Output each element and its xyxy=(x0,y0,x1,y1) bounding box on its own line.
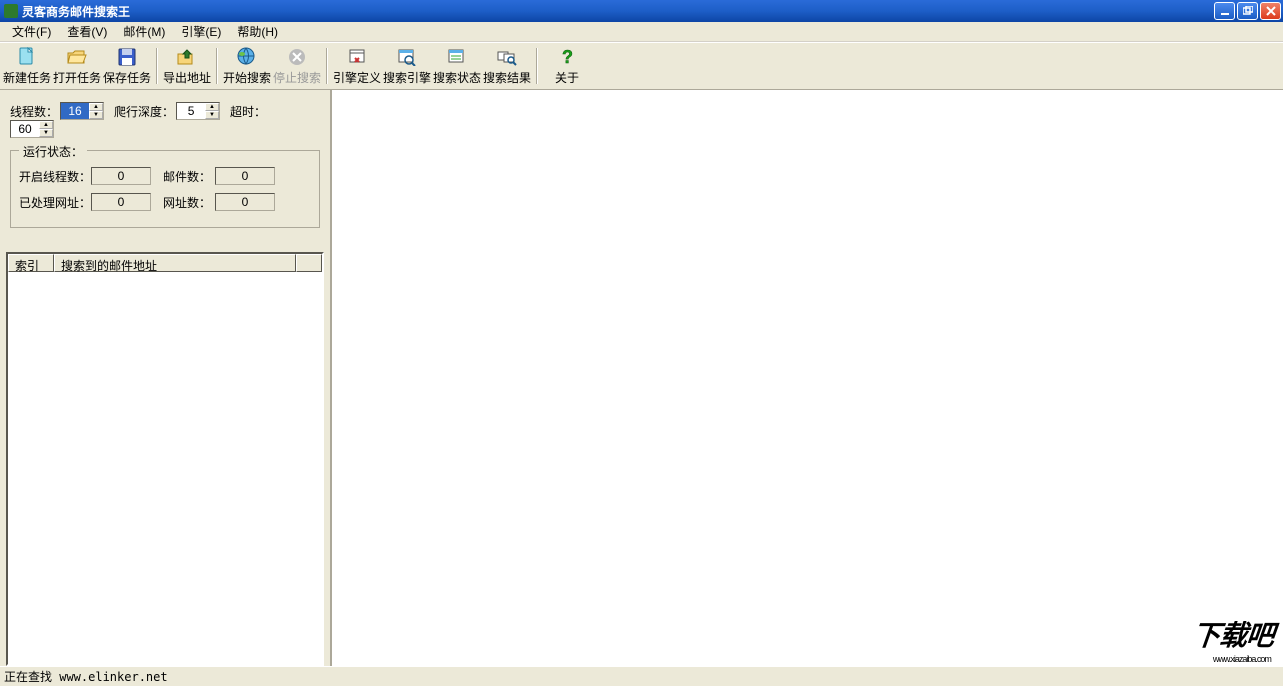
app-icon xyxy=(4,4,18,18)
new-task-button[interactable]: 新建任务 xyxy=(2,45,52,87)
spin-up-icon[interactable]: ▲ xyxy=(205,103,219,111)
search-status-button[interactable]: 搜索状态 xyxy=(432,45,482,87)
watermark: 下载吧 www.xiazaiba.com xyxy=(1183,612,1282,666)
col-index[interactable]: 索引 xyxy=(8,254,54,272)
timeout-label: 超时： xyxy=(230,103,266,120)
open-threads-value: 0 xyxy=(91,167,151,185)
titlebar: 灵客商务邮件搜索王 xyxy=(0,0,1283,22)
window-title: 灵客商务邮件搜索王 xyxy=(22,3,1212,20)
search-status-icon xyxy=(447,47,467,67)
stop-icon xyxy=(287,47,307,67)
depth-spinner[interactable]: ▲▼ xyxy=(176,102,220,120)
open-threads-label: 开启线程数： xyxy=(19,168,91,185)
left-panel: 线程数： ▲▼ 爬行深度： ▲▼ 超时： ▲▼ 运行状态： 开启线程数： 0 邮… xyxy=(0,90,332,666)
menu-file[interactable]: 文件(F) xyxy=(4,21,59,42)
depth-input[interactable] xyxy=(177,103,205,119)
engine-define-button[interactable]: 引擎定义 xyxy=(332,45,382,87)
save-task-button[interactable]: 保存任务 xyxy=(102,45,152,87)
spin-down-icon[interactable]: ▼ xyxy=(39,129,53,137)
maximize-button[interactable] xyxy=(1237,2,1258,20)
depth-label: 爬行深度： xyxy=(114,103,174,120)
processed-url-value: 0 xyxy=(91,193,151,211)
timeout-input[interactable] xyxy=(11,121,39,137)
timeout-spinner[interactable]: ▲▼ xyxy=(10,120,54,138)
menu-mail[interactable]: 邮件(M) xyxy=(115,21,173,42)
search-result-icon xyxy=(497,47,517,67)
globe-search-icon xyxy=(237,47,257,67)
start-search-button[interactable]: 开始搜索 xyxy=(222,45,272,87)
help-icon: ? xyxy=(557,47,577,67)
export-icon xyxy=(177,47,197,67)
threads-spinner[interactable]: ▲▼ xyxy=(60,102,104,120)
menu-view[interactable]: 查看(V) xyxy=(59,21,115,42)
toolbar: 新建任务 打开任务 保存任务 导出地址 开始搜索 xyxy=(0,42,1283,90)
spin-down-icon[interactable]: ▼ xyxy=(205,111,219,119)
statusbar: 正在查找 www.elinker.net xyxy=(0,666,1283,686)
threads-input[interactable] xyxy=(61,103,89,119)
spin-up-icon[interactable]: ▲ xyxy=(89,103,103,111)
save-icon xyxy=(117,47,137,67)
mail-count-label: 邮件数： xyxy=(163,168,215,185)
about-button[interactable]: ? 关于 xyxy=(542,45,592,87)
close-button[interactable] xyxy=(1260,2,1281,20)
stop-search-button: 停止搜索 xyxy=(272,45,322,87)
engine-define-icon xyxy=(347,47,367,67)
status-legend: 运行状态： xyxy=(19,143,87,160)
right-panel xyxy=(332,90,1283,666)
export-address-button[interactable]: 导出地址 xyxy=(162,45,212,87)
spin-up-icon[interactable]: ▲ xyxy=(39,121,53,129)
menu-help[interactable]: 帮助(H) xyxy=(229,21,286,42)
url-count-label: 网址数： xyxy=(163,194,215,211)
url-count-value: 0 xyxy=(215,193,275,211)
processed-url-label: 已处理网址： xyxy=(19,194,91,211)
mail-count-value: 0 xyxy=(215,167,275,185)
result-list[interactable]: 索引 搜索到的邮件地址 xyxy=(6,252,324,666)
menubar: 文件(F) 查看(V) 邮件(M) 引擎(E) 帮助(H) xyxy=(0,22,1283,42)
threads-label: 线程数： xyxy=(10,103,58,120)
search-result-button[interactable]: 搜索结果 xyxy=(482,45,532,87)
minimize-button[interactable] xyxy=(1214,2,1235,20)
open-task-button[interactable]: 打开任务 xyxy=(52,45,102,87)
new-file-icon xyxy=(17,47,37,67)
col-spacer xyxy=(296,254,322,272)
status-groupbox: 运行状态： 开启线程数： 0 邮件数： 0 已处理网址： 0 网址数： 0 xyxy=(10,150,320,228)
status-text: 正在查找 www.elinker.net xyxy=(4,668,168,685)
search-engine-icon xyxy=(397,47,417,67)
svg-text:?: ? xyxy=(562,47,573,67)
spin-down-icon[interactable]: ▼ xyxy=(89,111,103,119)
folder-open-icon xyxy=(67,47,87,67)
menu-engine[interactable]: 引擎(E) xyxy=(173,21,229,42)
search-engine-button[interactable]: 搜索引擎 xyxy=(382,45,432,87)
col-address[interactable]: 搜索到的邮件地址 xyxy=(54,254,296,272)
